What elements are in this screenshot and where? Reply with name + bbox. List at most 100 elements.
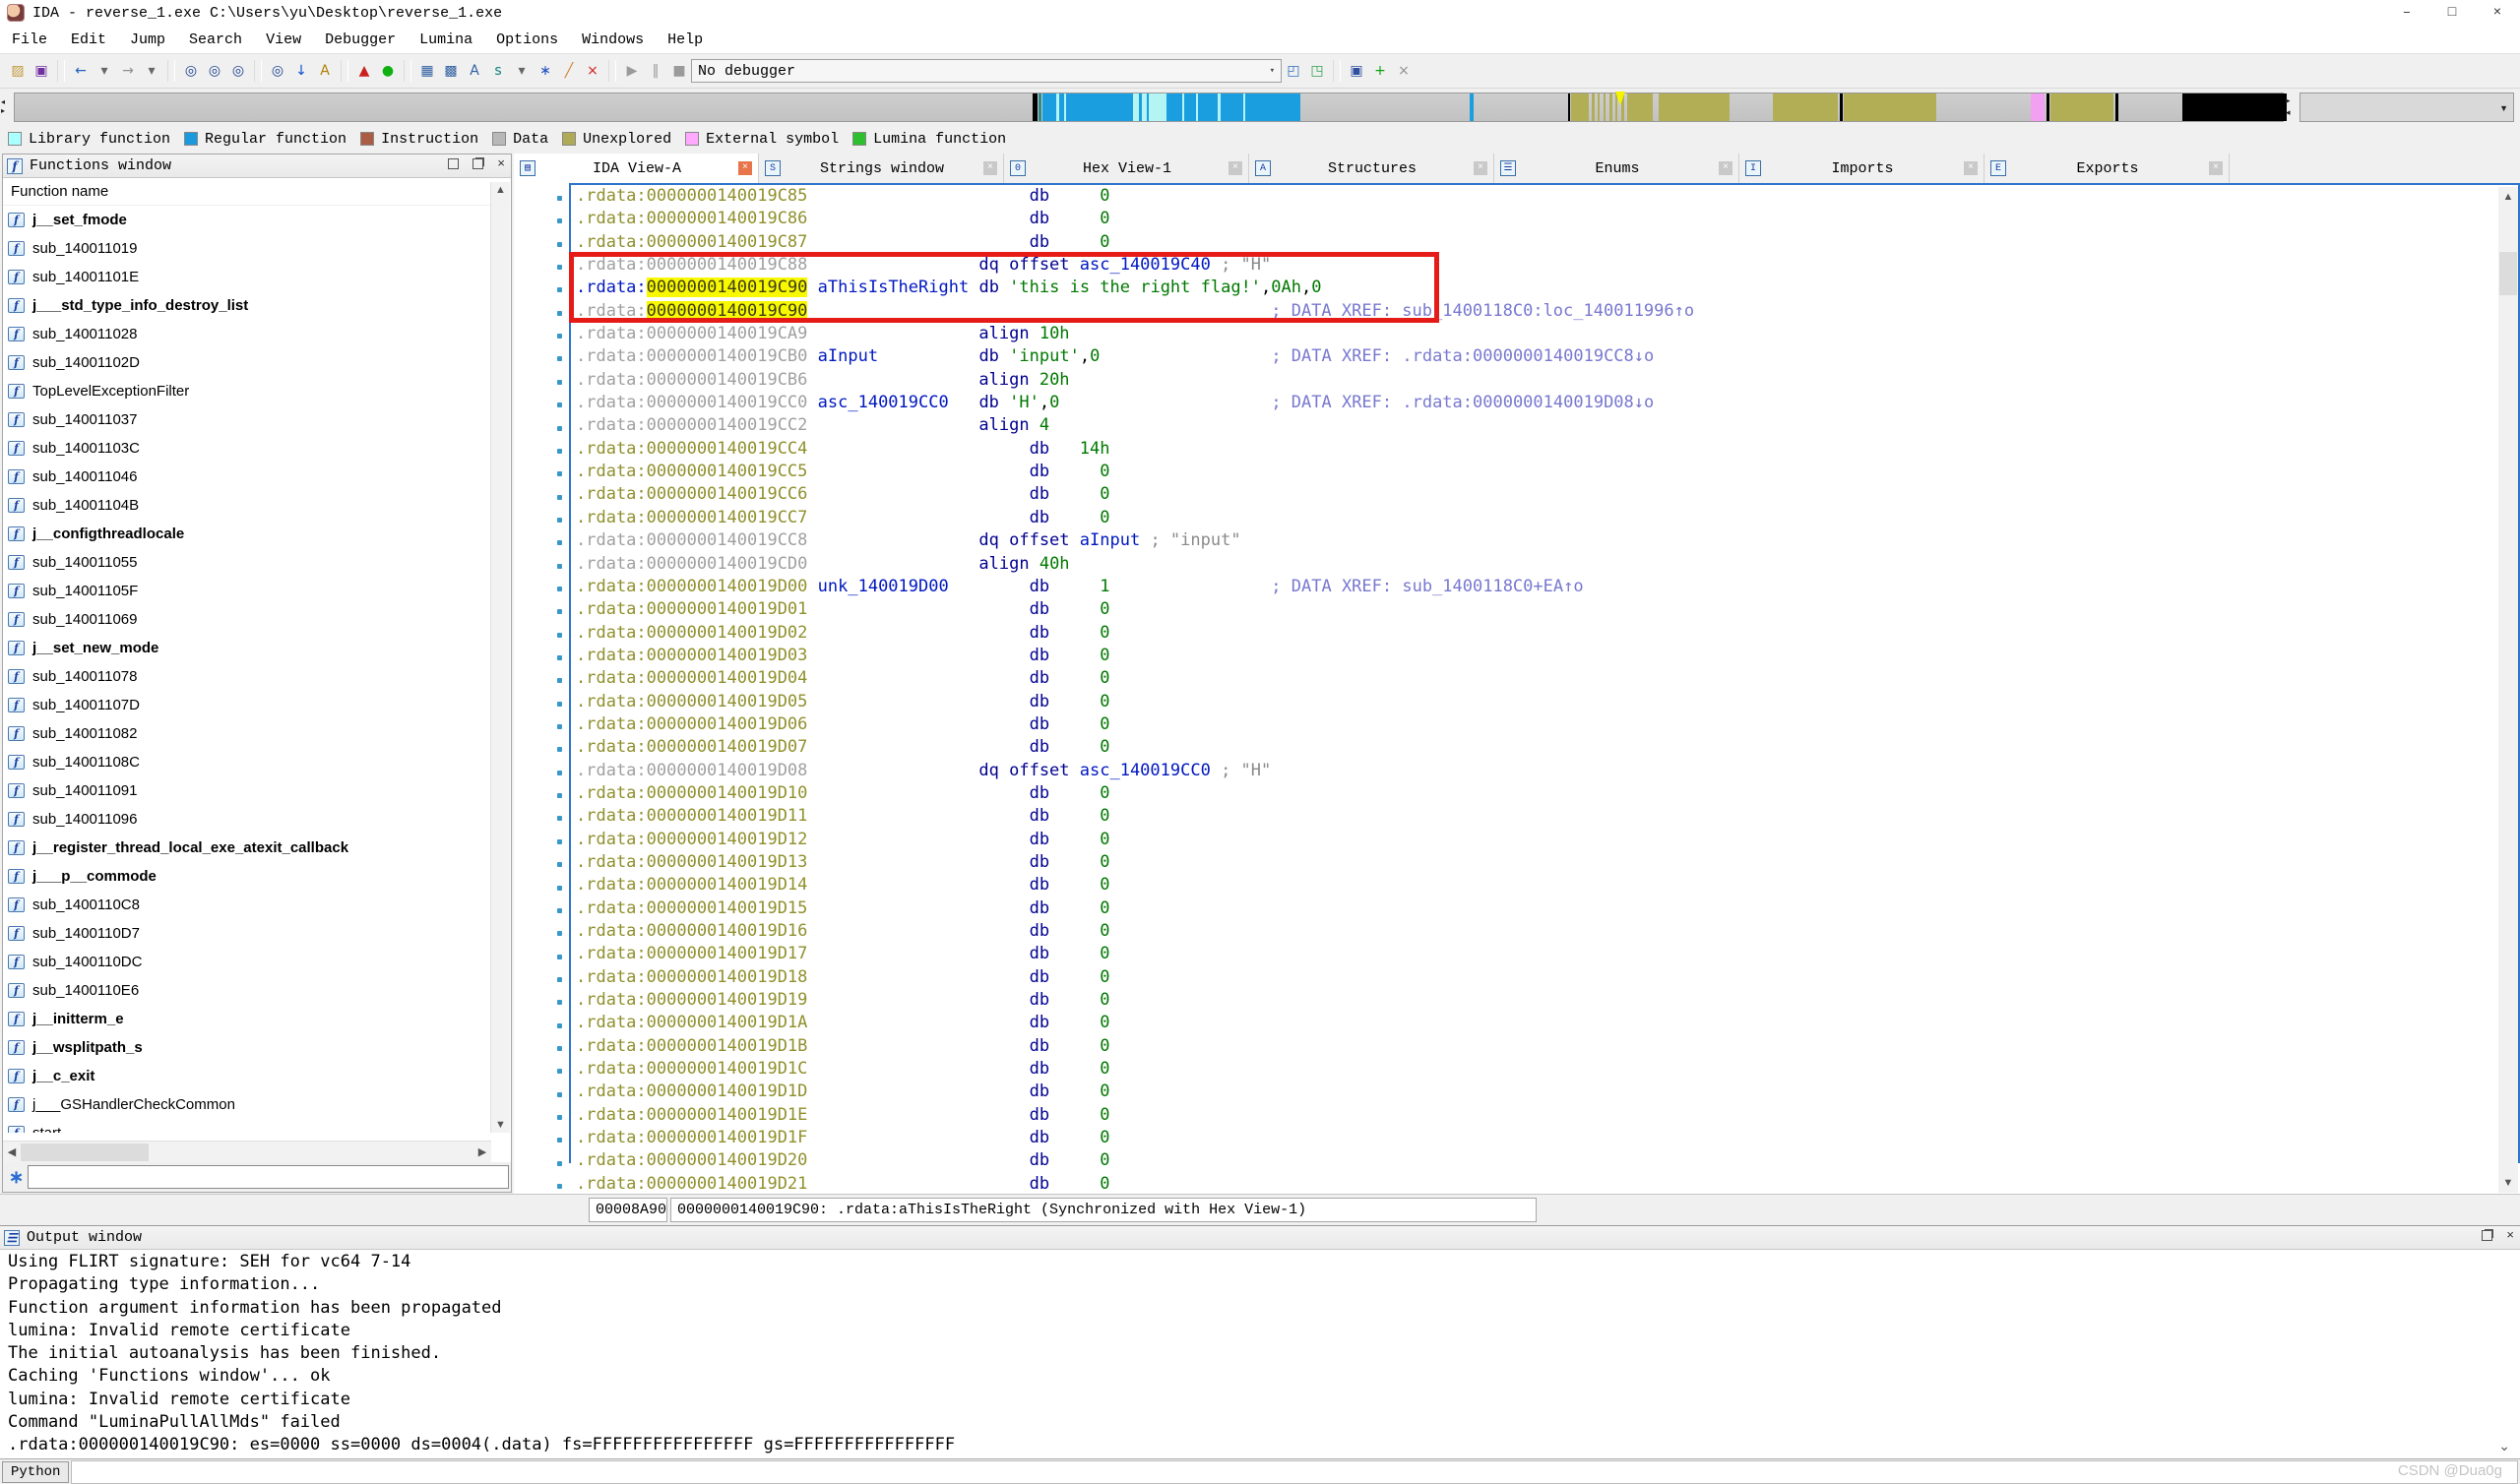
listing-line[interactable]: .rdata:0000000140019D13 db 0 — [571, 851, 2461, 874]
listing-line[interactable]: .rdata:0000000140019D02 db 0 — [571, 622, 2461, 645]
listing-line[interactable]: .rdata:0000000140019D16 db 0 — [571, 920, 2461, 943]
forward-icon[interactable]: → — [117, 60, 139, 82]
listing-line[interactable]: .rdata:0000000140019D07 db 0 — [571, 736, 2461, 759]
menu-item-view[interactable]: View — [254, 28, 313, 52]
create-name-icon[interactable]: A — [464, 60, 485, 82]
scroll-right-icon[interactable]: ▶ — [475, 1145, 489, 1158]
listing-line[interactable]: .rdata:0000000140019D04 db 0 — [571, 667, 2461, 690]
create-code-icon[interactable]: ▦ — [416, 60, 438, 82]
tab-exports[interactable]: EExports× — [1984, 154, 2230, 183]
function-list-item[interactable]: fj__wsplitpath_s — [3, 1033, 489, 1062]
listing-line[interactable]: .rdata:0000000140019CC7 db 0 — [571, 507, 2461, 529]
scrollbar-thumb[interactable] — [21, 1144, 149, 1161]
function-list-item[interactable]: fsub_14001105F — [3, 577, 489, 605]
tab-hex-view-1[interactable]: 0Hex View-1× — [1004, 154, 1249, 183]
scroll-down-icon[interactable]: ▼ — [491, 1119, 510, 1131]
function-list-item[interactable]: fsub_1400110D7 — [3, 919, 489, 948]
function-list-item[interactable]: fj__set_fmode — [3, 206, 489, 234]
listing-line[interactable]: .rdata:0000000140019D21 db 0 — [571, 1173, 2461, 1193]
string-dropdown-icon[interactable]: ▾ — [511, 60, 533, 82]
menu-item-windows[interactable]: Windows — [570, 28, 656, 52]
listing-vertical-scrollbar[interactable]: ▲ ▼ — [2498, 187, 2518, 1193]
maximize-button[interactable]: □ — [2429, 0, 2475, 26]
listing-line[interactable]: .rdata:0000000140019D12 db 0 — [571, 829, 2461, 851]
forward-dropdown-icon[interactable]: ▾ — [141, 60, 162, 82]
tab-strings-window[interactable]: SStrings window× — [759, 154, 1004, 183]
tab-close-icon[interactable]: × — [1719, 161, 1732, 175]
scroll-down-icon[interactable]: ▼ — [2498, 1177, 2518, 1189]
function-list-item[interactable]: fsub_14001102D — [3, 348, 489, 377]
functions-vertical-scrollbar[interactable]: ▲ ▼ — [490, 182, 510, 1133]
pane-close-icon[interactable]: × — [2506, 1230, 2514, 1241]
search-imm-icon[interactable]: ◎ — [227, 60, 249, 82]
function-list-item[interactable]: fsub_14001103C — [3, 434, 489, 463]
run-analysis-icon[interactable]: ● — [377, 60, 399, 82]
listing-line[interactable]: .rdata:0000000140019D14 db 0 — [571, 874, 2461, 897]
function-list-item[interactable]: fsub_140011046 — [3, 463, 489, 491]
function-list-item[interactable]: fsub_14001101E — [3, 263, 489, 291]
back-icon[interactable]: ← — [70, 60, 92, 82]
listing-line[interactable]: .rdata:0000000140019D1A db 0 — [571, 1012, 2461, 1034]
attach-window-icon[interactable]: ◰ — [1283, 60, 1304, 82]
function-list-item[interactable]: fsub_14001108C — [3, 748, 489, 776]
function-list-item[interactable]: fj___std_type_info_destroy_list — [3, 291, 489, 320]
listing-line[interactable]: .rdata:0000000140019CC5 db 0 — [571, 461, 2461, 483]
pane-maximize-icon[interactable] — [448, 158, 459, 169]
listing-line[interactable]: .rdata:0000000140019CC4 db 14h — [571, 438, 2461, 461]
python-cli-input[interactable] — [71, 1460, 2518, 1484]
function-name-column-header[interactable]: Function name — [3, 178, 511, 206]
function-list-item[interactable]: fstart — [3, 1119, 489, 1133]
listing-line[interactable]: .rdata:0000000140019D00 unk_140019D00 db… — [571, 576, 2461, 598]
pane-float-icon[interactable] — [472, 158, 483, 169]
listing-line[interactable]: .rdata:0000000140019D1D db 0 — [571, 1081, 2461, 1103]
listing-line[interactable]: .rdata:0000000140019D17 db 0 — [571, 943, 2461, 965]
search-text-icon[interactable]: ◎ — [204, 60, 225, 82]
listing-line[interactable]: .rdata:0000000140019D10 db 0 — [571, 782, 2461, 805]
function-list-item[interactable]: fsub_140011078 — [3, 662, 489, 691]
tab-structures[interactable]: AStructures× — [1249, 154, 1494, 183]
close-button[interactable]: × — [2475, 0, 2520, 26]
function-list-item[interactable]: fj__set_new_mode — [3, 634, 489, 662]
tab-close-icon[interactable]: × — [2209, 161, 2223, 175]
listing-line[interactable]: .rdata:0000000140019D15 db 0 — [571, 897, 2461, 920]
edit-icon[interactable]: ╱ — [558, 60, 580, 82]
listing-line[interactable]: .rdata:0000000140019CB0 aInput db 'input… — [571, 345, 2461, 368]
listing-line[interactable]: .rdata:0000000140019C87 db 0 — [571, 231, 2461, 254]
functions-window-titlebar[interactable]: f Functions window × — [3, 155, 511, 178]
menu-item-lumina[interactable]: Lumina — [408, 28, 484, 52]
function-list-item[interactable]: fsub_140011069 — [3, 605, 489, 634]
function-list-item[interactable]: fTopLevelExceptionFilter — [3, 377, 489, 405]
create-string-icon[interactable]: s — [487, 60, 509, 82]
listing-line[interactable]: .rdata:0000000140019D1B db 0 — [571, 1035, 2461, 1058]
listing-line[interactable]: .rdata:0000000140019CA9 align 10h — [571, 323, 2461, 345]
menu-item-options[interactable]: Options — [484, 28, 570, 52]
minimize-button[interactable]: – — [2384, 0, 2429, 26]
function-list-item[interactable]: fsub_1400110C8 — [3, 891, 489, 919]
navband-right-arrows[interactable]: ▸◂ — [2286, 94, 2291, 118]
listing-line[interactable]: .rdata:0000000140019D1C db 0 — [571, 1058, 2461, 1081]
save-icon[interactable]: ▣ — [31, 60, 52, 82]
listing-line[interactable]: .rdata:0000000140019D1E db 0 — [571, 1104, 2461, 1127]
tab-close-icon[interactable]: × — [738, 161, 752, 175]
functions-filter-input[interactable] — [28, 1165, 509, 1189]
function-list-item[interactable]: fj__register_thread_local_exe_atexit_cal… — [3, 834, 489, 862]
detach-window-icon[interactable]: ◳ — [1306, 60, 1328, 82]
jump-address-icon[interactable]: ↓ — [290, 60, 312, 82]
listing-line[interactable]: .rdata:0000000140019D03 db 0 — [571, 645, 2461, 667]
tab-close-icon[interactable]: × — [983, 161, 997, 175]
pause-process-icon[interactable]: ‖ — [645, 60, 666, 82]
search-hash-icon[interactable]: ◎ — [180, 60, 202, 82]
create-data-icon[interactable]: ▩ — [440, 60, 462, 82]
listing-line[interactable]: .rdata:0000000140019C85 db 0 — [571, 185, 2461, 208]
listing-line[interactable]: .rdata:0000000140019C90 aThisIsTheRight … — [571, 277, 2461, 299]
listing-line[interactable]: .rdata:0000000140019CB6 align 20h — [571, 369, 2461, 392]
function-list-item[interactable]: fj___p__commode — [3, 862, 489, 891]
function-list-item[interactable]: fsub_140011028 — [3, 320, 489, 348]
function-list-item[interactable]: fsub_1400110DC — [3, 948, 489, 976]
debugger-select[interactable]: No debugger▾ — [691, 59, 1282, 83]
menu-item-search[interactable]: Search — [177, 28, 254, 52]
function-list-item[interactable]: fsub_140011096 — [3, 805, 489, 834]
undefine-icon[interactable]: × — [582, 60, 603, 82]
listing-line[interactable]: .rdata:0000000140019CC8 dq offset aInput… — [571, 529, 2461, 552]
scroll-up-icon[interactable]: ▲ — [2498, 191, 2518, 203]
